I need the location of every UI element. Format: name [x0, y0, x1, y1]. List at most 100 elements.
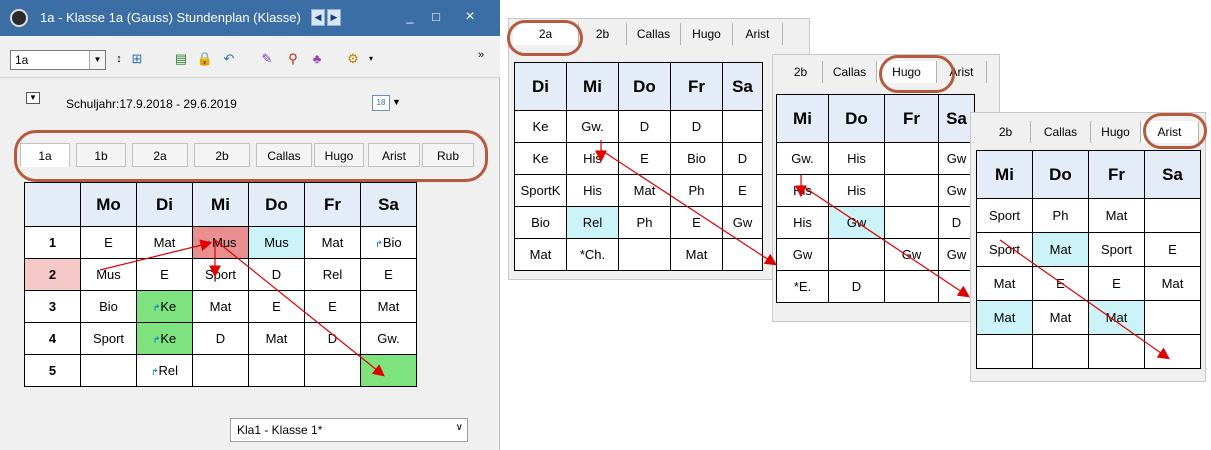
- lesson-cell[interactable]: E: [80, 226, 137, 259]
- lesson-cell[interactable]: [884, 174, 939, 207]
- lesson-cell[interactable]: [192, 354, 249, 387]
- lesson-cell[interactable]: Sport: [192, 258, 249, 291]
- tab-callas[interactable]: Callas: [256, 143, 312, 167]
- lesson-cell[interactable]: Sport: [1088, 232, 1145, 267]
- tab-2b[interactable]: 2b: [981, 121, 1031, 143]
- lesson-cell[interactable]: His: [776, 174, 829, 207]
- minimize-button[interactable]: _: [398, 6, 422, 28]
- lesson-cell[interactable]: [1088, 334, 1145, 369]
- tab-callas[interactable]: Callas: [1031, 121, 1091, 143]
- lesson-cell[interactable]: His: [566, 174, 619, 207]
- lesson-cell[interactable]: Mat: [1144, 266, 1201, 301]
- lesson-cell[interactable]: ↱Rel: [136, 354, 193, 387]
- lesson-cell[interactable]: His: [828, 142, 885, 175]
- lesson-cell[interactable]: Ph: [670, 174, 723, 207]
- tab-callas[interactable]: Callas: [823, 61, 877, 83]
- lesson-cell[interactable]: Mat: [1032, 300, 1089, 335]
- lesson-cell[interactable]: Gw: [722, 206, 763, 239]
- tab-2a[interactable]: 2a: [513, 23, 579, 45]
- lesson-cell[interactable]: E: [248, 290, 305, 323]
- lesson-cell[interactable]: Bio: [670, 142, 723, 175]
- lesson-cell[interactable]: ↱Bio: [360, 226, 417, 259]
- lesson-cell[interactable]: E: [1088, 266, 1145, 301]
- tab-arist[interactable]: Arist: [1141, 121, 1199, 143]
- tab-hugo[interactable]: Hugo: [877, 61, 937, 83]
- lesson-cell[interactable]: Mat: [976, 300, 1033, 335]
- lesson-cell[interactable]: *Ch.: [566, 238, 619, 271]
- tab-hugo[interactable]: Hugo: [681, 23, 733, 45]
- tab-arist[interactable]: Arist: [937, 61, 987, 83]
- lesson-cell[interactable]: Mat: [304, 226, 361, 259]
- spin-icon[interactable]: ↕: [110, 50, 128, 68]
- lesson-cell[interactable]: Gw.: [776, 142, 829, 175]
- lesson-cell[interactable]: Mus: [80, 258, 137, 291]
- tab-rub[interactable]: Rub: [422, 143, 474, 167]
- tab-callas[interactable]: Callas: [627, 23, 681, 45]
- lesson-cell[interactable]: Gw: [828, 206, 885, 239]
- options-dropdown-icon[interactable]: ▼: [26, 92, 40, 104]
- previous-arrow-icon[interactable]: ◀: [311, 9, 325, 26]
- lesson-cell[interactable]: [976, 334, 1033, 369]
- lesson-cell[interactable]: [1144, 334, 1201, 369]
- lesson-cell[interactable]: Mat: [248, 322, 305, 355]
- lesson-cell[interactable]: D: [192, 322, 249, 355]
- maximize-button[interactable]: □: [424, 6, 448, 28]
- lesson-cell[interactable]: Bio: [514, 206, 567, 239]
- class-select[interactable]: 1a ▼: [10, 50, 106, 70]
- lesson-cell[interactable]: [618, 238, 671, 271]
- lesson-cell[interactable]: Sport: [80, 322, 137, 355]
- lesson-cell[interactable]: E: [618, 142, 671, 175]
- lesson-cell[interactable]: [884, 270, 939, 303]
- lesson-cell[interactable]: Ke: [514, 142, 567, 175]
- lesson-cell[interactable]: [1144, 198, 1201, 233]
- users-icon[interactable]: ♣: [308, 50, 326, 68]
- settings-icon[interactable]: ⚙: [344, 50, 362, 68]
- lesson-cell[interactable]: Sport: [976, 232, 1033, 267]
- lesson-cell[interactable]: Mat: [360, 290, 417, 323]
- lesson-cell[interactable]: Ph: [618, 206, 671, 239]
- calendar-icon[interactable]: 18: [372, 95, 390, 111]
- lesson-cell[interactable]: D: [670, 110, 723, 143]
- next-arrow-icon[interactable]: ▶: [327, 9, 341, 26]
- print-icon[interactable]: ▤: [172, 50, 190, 68]
- lesson-cell[interactable]: Sport: [976, 198, 1033, 233]
- tab-arist[interactable]: Arist: [733, 23, 783, 45]
- lesson-cell[interactable]: Mat: [1088, 300, 1145, 335]
- lesson-cell[interactable]: Gw.: [360, 322, 417, 355]
- lesson-cell[interactable]: Mat: [618, 174, 671, 207]
- lesson-cell[interactable]: Rel: [304, 258, 361, 291]
- lesson-cell[interactable]: His: [776, 206, 829, 239]
- lesson-cell[interactable]: Mat: [1088, 198, 1145, 233]
- tab-2b[interactable]: 2b: [194, 143, 250, 167]
- lesson-cell[interactable]: Ke: [514, 110, 567, 143]
- lesson-cell[interactable]: D: [828, 270, 885, 303]
- lesson-cell[interactable]: Bio: [80, 290, 137, 323]
- lesson-cell[interactable]: E: [722, 174, 763, 207]
- lesson-cell[interactable]: D: [304, 322, 361, 355]
- lesson-cell[interactable]: E: [304, 290, 361, 323]
- lesson-cell[interactable]: E: [360, 258, 417, 291]
- lesson-cell[interactable]: E: [670, 206, 723, 239]
- tab-1b[interactable]: 1b: [76, 143, 126, 167]
- tab-2a[interactable]: 2a: [132, 143, 188, 167]
- tab-2b[interactable]: 2b: [779, 61, 823, 83]
- tab-2b[interactable]: 2b: [579, 23, 627, 45]
- lesson-cell[interactable]: [360, 354, 417, 387]
- lesson-cell[interactable]: [248, 354, 305, 387]
- toolbar-overflow-button[interactable]: »: [472, 46, 490, 64]
- close-button[interactable]: ×: [458, 6, 482, 28]
- calendar-dropdown-icon[interactable]: ▼: [392, 97, 401, 107]
- lesson-cell[interactable]: D: [722, 142, 763, 175]
- lesson-cell[interactable]: [884, 206, 939, 239]
- lesson-cell[interactable]: E: [1144, 232, 1201, 267]
- lesson-cell[interactable]: Mat: [192, 290, 249, 323]
- lock-icon[interactable]: 🔒: [196, 50, 214, 68]
- lesson-cell[interactable]: Mat: [1032, 232, 1089, 267]
- lesson-cell[interactable]: Mat: [670, 238, 723, 271]
- tab-hugo[interactable]: Hugo: [314, 143, 364, 167]
- lesson-cell[interactable]: *E.: [776, 270, 829, 303]
- lesson-cell[interactable]: [828, 238, 885, 271]
- lesson-cell[interactable]: Mat: [136, 226, 193, 259]
- chevron-down-icon[interactable]: ∨: [456, 422, 463, 433]
- lesson-cell[interactable]: His: [566, 142, 619, 175]
